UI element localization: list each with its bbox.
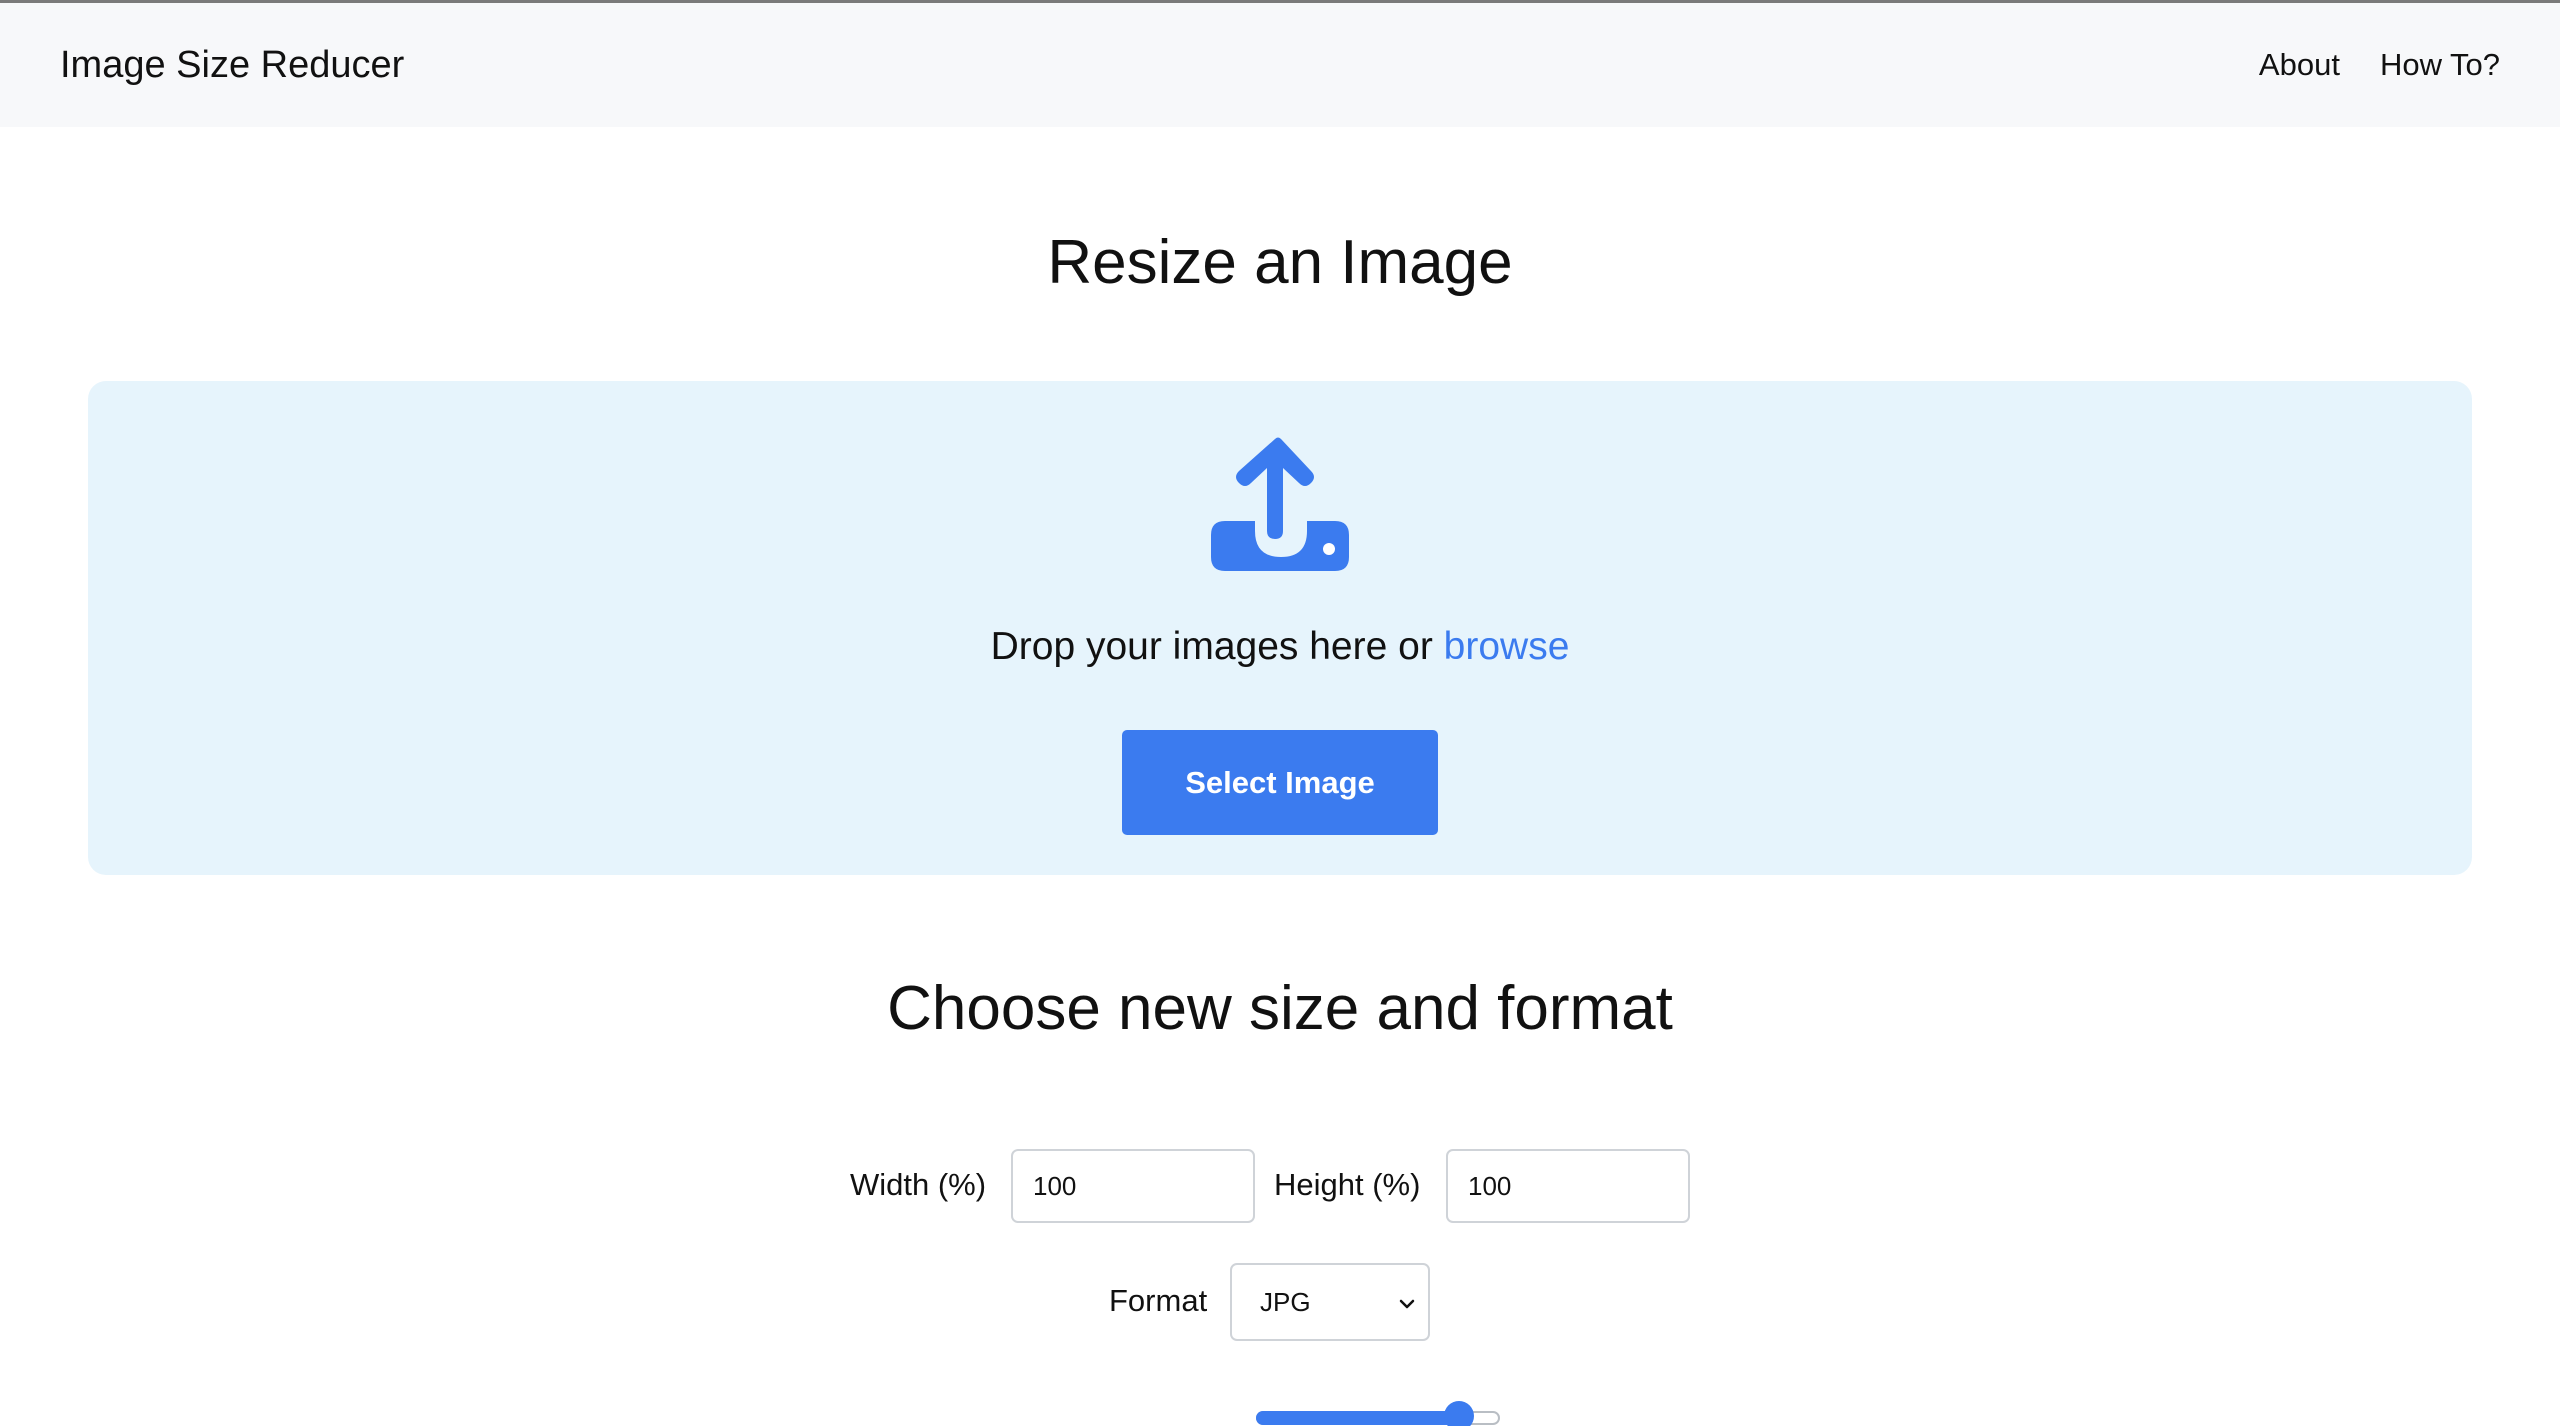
nav-link-about[interactable]: About [2259,41,2340,89]
format-label: Format [1109,1283,1208,1318]
select-image-button[interactable]: Select Image [1122,730,1438,835]
upload-icon [1211,437,1349,571]
nav-link-how-to[interactable]: How To? [2380,41,2500,89]
height-input[interactable] [1446,1149,1690,1223]
slider-fill [1256,1411,1460,1425]
format-select[interactable]: JPG [1230,1263,1430,1341]
width-input[interactable] [1011,1149,1255,1223]
slider-thumb[interactable] [1444,1401,1475,1426]
brand-title[interactable]: Image Size Reducer [60,41,404,89]
options-title: Choose new size and format [887,974,1673,1043]
quality-slider[interactable] [1256,1401,1500,1426]
chevron-down-icon [1399,1299,1415,1309]
drop-instructions: Drop your images here or browse [0,621,2560,673]
width-label: Width (%) [850,1167,987,1202]
page-title: Resize an Image [1047,228,1513,297]
browse-link[interactable]: browse [1444,625,1570,668]
height-label: Height (%) [1274,1167,1421,1202]
format-select-value: JPG [1260,1287,1311,1317]
drop-text: Drop your images here or [990,625,1444,668]
navbar: Image Size Reducer About How To? [0,3,2560,127]
nav-links: About How To? [2259,41,2500,89]
